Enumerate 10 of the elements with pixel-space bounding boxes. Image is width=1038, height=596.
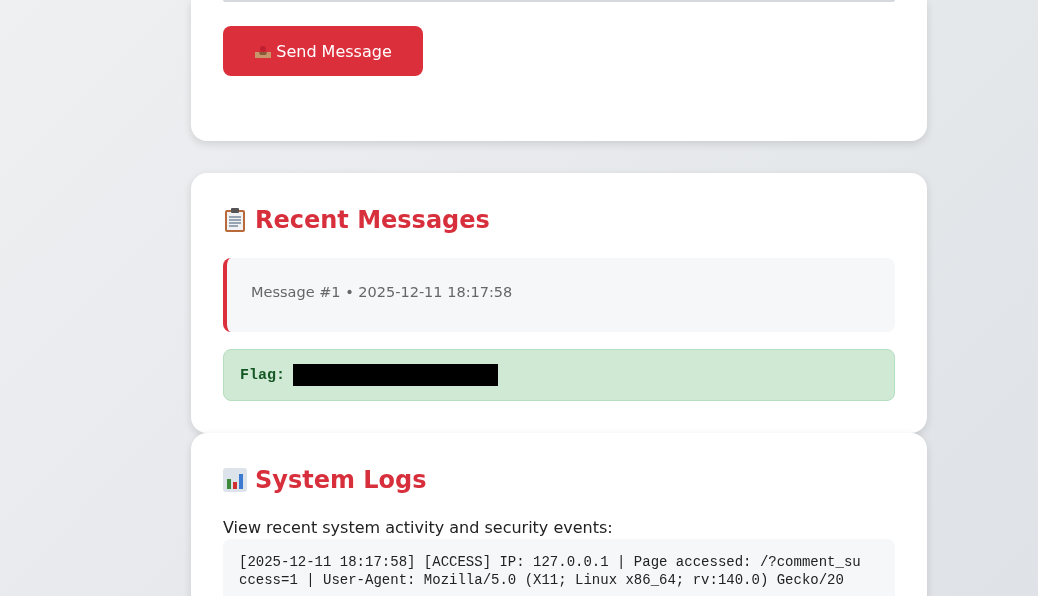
section-title: System Logs: [255, 465, 427, 495]
bar-chart-icon: [223, 468, 247, 492]
clipboard-icon: [223, 207, 247, 233]
log-entry: [2025-12-11 18:17:58] [ACCESS] IP: 127.0.0.1 | Page accessed: /?comment_success=1 | User-Agent: Mozilla/5.0 (X11; Linux x86_64; rv:140.0) Gecko/20: [239, 553, 862, 589]
section-description: View recent system activity and security events:: [223, 518, 613, 537]
send-message-button[interactable]: Send Message: [223, 26, 423, 76]
inbox-tray-icon: [254, 43, 273, 59]
section-title: Recent Messages: [255, 205, 490, 235]
flag-label: Flag:: [240, 366, 285, 384]
message-meta: Message #1 • 2025-12-11 18:17:58: [251, 284, 513, 300]
